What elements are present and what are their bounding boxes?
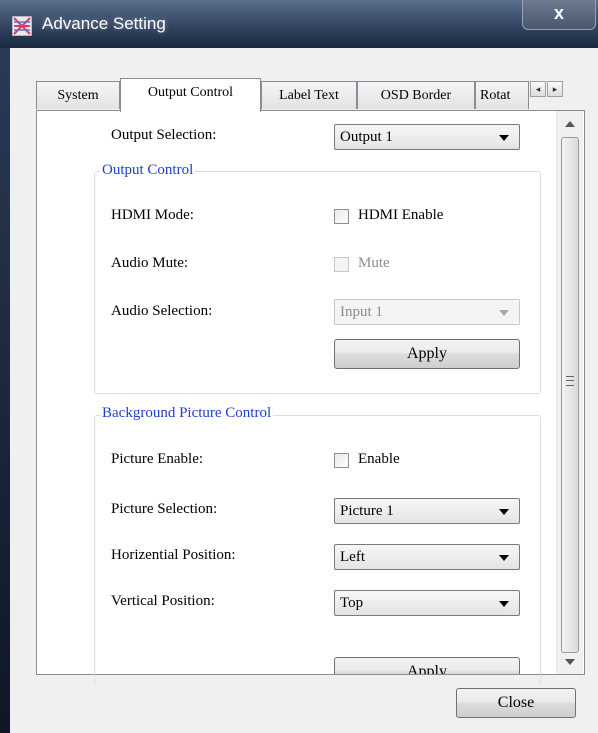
scrollbar-thumb[interactable] [561, 137, 579, 653]
picture-selection-dropdown[interactable]: Picture 1 [334, 498, 520, 524]
apply-button-label: Apply [407, 663, 447, 674]
audio-selection-value: Input 1 [340, 304, 383, 320]
picture-selection-value: Picture 1 [340, 503, 394, 519]
app-icon [12, 16, 32, 36]
vertical-position-label: Vertical Position: [111, 593, 215, 609]
arrow-right-icon: ▸ [552, 84, 558, 94]
mute-label[interactable]: Mute [358, 255, 390, 272]
tab-strip: System Output Control Label Text OSD Bor… [36, 78, 566, 112]
vertical-scrollbar[interactable] [556, 111, 583, 674]
vertical-position-value: Top [340, 595, 364, 611]
output-control-group-title: Output Control [100, 162, 196, 179]
background-apply-clip: Apply [334, 657, 520, 674]
output-selection-label: Output Selection: [111, 127, 217, 143]
tab-system[interactable]: System [36, 81, 120, 109]
apply-button-label: Apply [407, 345, 447, 362]
mute-checkbox[interactable] [334, 257, 349, 272]
advance-setting-window: Advance Setting x System Output Control … [0, 0, 598, 733]
dropdown-arrow-icon [499, 310, 509, 316]
scroll-up-arrow-icon[interactable] [565, 121, 575, 127]
horizontal-position-label: Horizential Position: [111, 547, 236, 563]
arrow-left-icon: ◂ [535, 84, 541, 94]
hdmi-mode-label: HDMI Mode: [111, 207, 194, 223]
dropdown-arrow-icon [499, 555, 509, 561]
scrollbar-grip-icon [566, 376, 574, 386]
close-icon: x [553, 3, 564, 23]
window-close-button[interactable]: x [522, 0, 596, 30]
close-button[interactable]: Close [456, 688, 576, 718]
tab-osd-border[interactable]: OSD Border [357, 81, 475, 109]
vertical-position-dropdown[interactable]: Top [334, 590, 520, 616]
tab-scroll-left-button[interactable]: ◂ [530, 81, 546, 97]
picture-enable-label: Picture Enable: [111, 451, 204, 467]
dropdown-arrow-icon [499, 135, 509, 141]
output-selection-value: Output 1 [340, 129, 393, 145]
picture-enable-checkbox[interactable] [334, 453, 349, 468]
title-bar[interactable]: Advance Setting x [0, 0, 598, 48]
hdmi-enable-label[interactable]: HDMI Enable [358, 207, 443, 224]
scroll-down-arrow-icon[interactable] [565, 659, 575, 665]
tab-label: Label Text [279, 88, 339, 103]
tab-rotate[interactable]: Rotat [475, 81, 529, 109]
dropdown-arrow-icon [499, 601, 509, 607]
close-button-label: Close [497, 694, 535, 711]
horizontal-position-value: Left [340, 549, 365, 565]
dropdown-arrow-icon [499, 509, 509, 515]
picture-enable-checkbox-label[interactable]: Enable [358, 451, 400, 468]
tab-label: Rotat [480, 88, 511, 103]
background-picture-control-group-title: Background Picture Control [100, 405, 274, 422]
window-frame-left [0, 48, 10, 733]
audio-selection-dropdown[interactable]: Input 1 [334, 299, 520, 325]
tab-scroll-right-button[interactable]: ▸ [547, 81, 563, 97]
tab-label-text[interactable]: Label Text [261, 81, 357, 109]
output-control-panel: Output Selection: Output 1 Output Contro… [36, 110, 585, 685]
tab-label: System [57, 88, 99, 103]
tab-output-control[interactable]: Output Control [120, 78, 261, 112]
background-apply-button[interactable]: Apply [334, 657, 520, 674]
picture-selection-label: Picture Selection: [111, 501, 218, 517]
tab-label: Output Control [147, 85, 234, 100]
output-apply-button[interactable]: Apply [334, 339, 520, 369]
output-selection-dropdown[interactable]: Output 1 [334, 124, 520, 150]
horizontal-position-dropdown[interactable]: Left [334, 544, 520, 570]
hdmi-enable-checkbox[interactable] [334, 209, 349, 224]
window-title: Advance Setting [42, 14, 166, 33]
audio-selection-label: Audio Selection: [111, 303, 213, 319]
tab-label: OSD Border [380, 88, 452, 103]
dialog-body: System Output Control Label Text OSD Bor… [10, 48, 598, 733]
audio-mute-label: Audio Mute: [111, 255, 189, 271]
